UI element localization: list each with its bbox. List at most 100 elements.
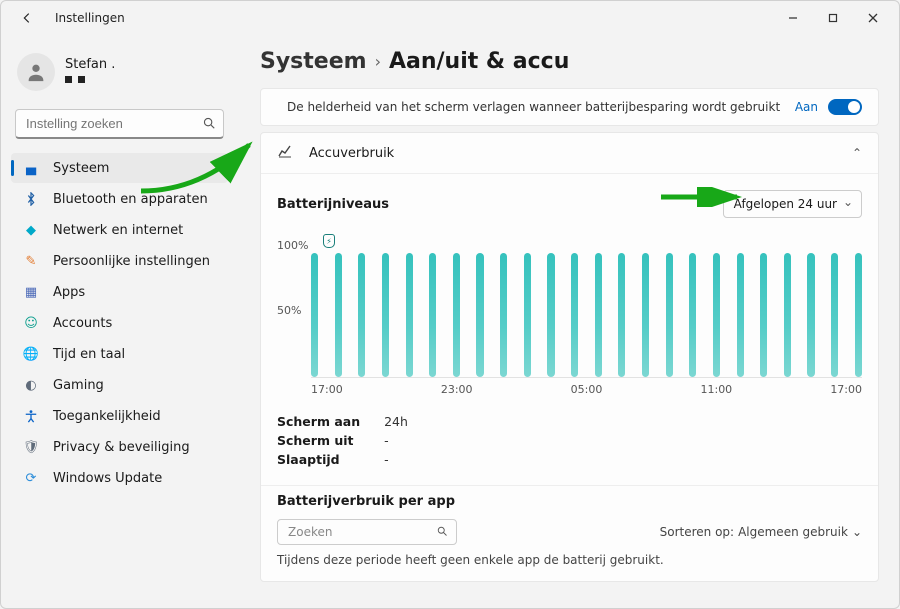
chart-bar[interactable] [666,253,673,377]
sidebar-item-personalisation[interactable]: ✎Persoonlijke instellingen [11,246,228,276]
chart-bar[interactable] [311,253,318,377]
dropdown-value: Afgelopen 24 uur [734,197,837,211]
sidebar-item-accounts[interactable]: ☺Accounts [11,308,228,338]
sort-dropdown[interactable]: Sorteren op: Algemeen gebruik ⌄ [660,525,862,539]
update-icon: ⟳ [23,471,39,486]
kv-label-screen-on: Scherm aan [277,414,360,429]
apps-empty-message: Tijdens deze periode heeft geen enkele a… [277,553,862,567]
battery-level-chart: 100% 50% ⚡ 17:00 23:00 05:00 11:00 [277,228,862,396]
time-range-dropdown[interactable]: Afgelopen 24 uur [723,190,862,218]
chart-bar[interactable] [595,253,602,377]
sidebar-item-label: Privacy & beveiliging [53,440,190,455]
globe-icon: 🌐 [23,347,39,362]
apps-icon: ▦ [23,285,39,300]
plot-area[interactable]: ⚡ [311,228,862,378]
chevron-down-icon: ⌄ [852,525,862,539]
page-title: Aan/uit & accu [389,49,569,74]
sort-value: Algemeen gebruik [738,525,848,539]
summary-table: Scherm aan Scherm uit Slaaptijd 24h - - [277,414,862,467]
y-tick: 100% [277,239,311,252]
usage-expander-header[interactable]: Accuverbruik ⌃ [261,133,878,173]
y-axis: 100% 50% [277,228,311,378]
apps-section-title: Batterijverbruik per app [277,494,862,509]
sidebar-item-network[interactable]: ◆Netwerk en internet [11,215,228,245]
chart-bar[interactable] [784,253,791,377]
chart-bar[interactable] [453,253,460,377]
kv-label-sleep: Slaaptijd [277,452,360,467]
chart-bar[interactable] [713,253,720,377]
chevron-up-icon: ⌃ [852,146,862,160]
x-tick: 23:00 [441,383,571,396]
chart-icon [277,143,293,163]
chart-bar[interactable] [855,253,862,377]
app-search-input[interactable]: Zoeken [277,519,457,545]
x-tick: 11:00 [700,383,830,396]
minimize-button[interactable] [775,4,811,32]
chart-bar[interactable] [618,253,625,377]
chart-bar[interactable] [335,253,342,377]
kv-label-screen-off: Scherm uit [277,433,360,448]
window-title: Instellingen [55,11,125,25]
y-tick: 50% [277,304,311,317]
chart-bar[interactable] [807,253,814,377]
charging-icon: ⚡ [323,234,335,248]
chart-bar[interactable] [406,253,413,377]
kv-value-sleep: - [384,452,408,467]
breadcrumb: Systeem › Aan/uit & accu [260,49,879,74]
maximize-button[interactable] [815,4,851,32]
sidebar-item-label: Systeem [53,161,109,176]
chart-bar[interactable] [429,253,436,377]
sort-label: Sorteren op: [660,525,734,539]
sidebar-item-windows-update[interactable]: ⟳ Windows Update [11,463,228,493]
kv-value-screen-off: - [384,433,408,448]
account-sub [65,72,115,87]
toggle-state-label: Aan [795,100,818,114]
brightness-saver-card: De helderheid van het scherm verlagen wa… [260,88,879,126]
sidebar-item-gaming[interactable]: ◐Gaming [11,370,228,400]
chart-bar[interactable] [500,253,507,377]
sidebar-item-systeem[interactable]: ▄Systeem [11,153,228,183]
chart-bar[interactable] [358,253,365,377]
usage-card: Accuverbruik ⌃ Batterijniveaus Afgelopen… [260,132,879,582]
sidebar-item-privacy[interactable]: 🛡Privacy & beveiliging [11,432,228,462]
sidebar-item-time-language[interactable]: 🌐 Tijd en taal [11,339,228,369]
sidebar-item-accessibility[interactable]: Toegankelijkheid [11,401,228,431]
sidebar-item-apps[interactable]: ▦ Apps [11,277,228,307]
content-area: Systeem › Aan/uit & accu De helderheid v… [238,35,899,608]
sidebar-item-label: Windows Update [53,471,162,486]
usage-title: Accuverbruik [309,146,394,161]
close-button[interactable] [855,4,891,32]
brightness-saver-label: De helderheid van het scherm verlagen wa… [287,100,780,114]
chevron-right-icon: › [375,52,381,71]
sidebar-item-label: Toegankelijkheid [53,409,161,424]
chart-bar[interactable] [476,253,483,377]
nav-list: ▄Systeem Bluetooth en apparaten ◆Netwerk… [11,153,228,493]
bluetooth-icon [23,192,39,206]
x-tick: 17:00 [830,383,862,396]
chart-bar[interactable] [760,253,767,377]
chart-bar[interactable] [737,253,744,377]
account-header[interactable]: Stefan . [11,45,228,105]
chart-bar[interactable] [831,253,838,377]
brightness-saver-toggle[interactable] [828,99,862,115]
brush-icon: ✎ [23,254,39,269]
chart-bar[interactable] [571,253,578,377]
app-search-placeholder: Zoeken [288,525,332,539]
kv-value-screen-on: 24h [384,414,408,429]
breadcrumb-parent[interactable]: Systeem [260,49,367,74]
title-bar: Instellingen [1,1,899,35]
sidebar-item-label: Bluetooth en apparaten [53,192,208,207]
sidebar-item-label: Gaming [53,378,104,393]
sidebar-item-label: Netwerk en internet [53,223,183,238]
back-button[interactable] [15,6,39,30]
chart-bar[interactable] [382,253,389,377]
sidebar-item-label: Tijd en taal [53,347,125,362]
sidebar: Stefan . ▄Systeem Bluetooth en apparaten… [1,35,238,608]
search-input[interactable] [15,109,224,139]
sidebar-item-label: Apps [53,285,85,300]
chart-bar[interactable] [689,253,696,377]
chart-bar[interactable] [642,253,649,377]
chart-bar[interactable] [547,253,554,377]
sidebar-item-bluetooth[interactable]: Bluetooth en apparaten [11,184,228,214]
chart-bar[interactable] [524,253,531,377]
